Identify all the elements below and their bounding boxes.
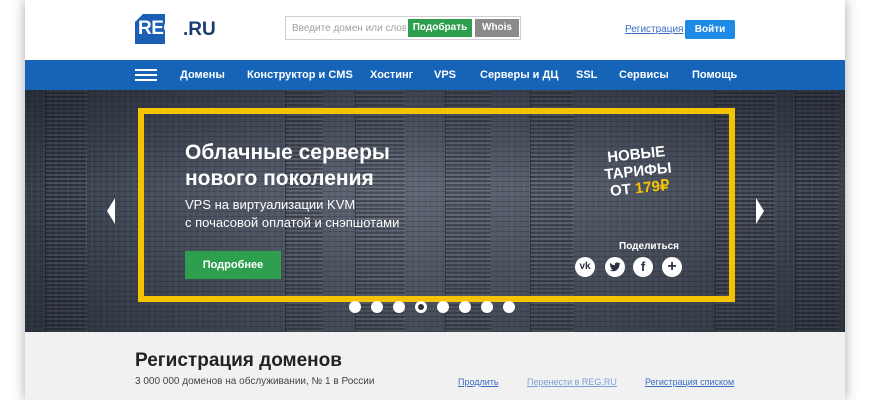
twitter-icon[interactable]: [605, 257, 625, 277]
nav-item-builder-cms[interactable]: Конструктор и CMS: [247, 60, 353, 90]
promo-prefix: ОТ: [609, 180, 636, 200]
find-domain-button[interactable]: Подобрать: [408, 19, 472, 37]
slider-dot[interactable]: [503, 301, 515, 313]
domain-search-box: Подобрать Whois: [285, 16, 521, 40]
section-title: Регистрация доменов: [135, 350, 342, 371]
slider-dot[interactable]: [349, 301, 361, 313]
login-button[interactable]: Войти: [685, 20, 735, 39]
menu-icon[interactable]: [135, 69, 157, 82]
nav-item-servers-dc[interactable]: Серверы и ДЦ: [480, 60, 558, 90]
hero-subtitle: VPS на виртуализации KVM с почасовой опл…: [185, 196, 445, 232]
main-nav: Домены Конструктор и CMS Хостинг VPS Сер…: [25, 60, 845, 90]
slider-dot[interactable]: [459, 301, 471, 313]
slider-dot[interactable]: [481, 301, 493, 313]
slider-dot[interactable]: [371, 301, 383, 313]
nav-item-domains[interactable]: Домены: [180, 60, 225, 90]
bulk-registration-link[interactable]: Регистрация списком: [645, 377, 734, 387]
nav-item-services[interactable]: Сервисы: [619, 60, 669, 90]
hero-title-line-1: Облачные серверы: [185, 141, 390, 164]
hero-title-line-2: нового поколения: [185, 167, 374, 190]
hero-subtitle-line-2: с почасовой оплатой и снэпшотами: [185, 215, 400, 230]
plus-icon[interactable]: +: [662, 257, 682, 277]
domain-search-input[interactable]: [286, 17, 406, 39]
share-label: Поделиться: [619, 241, 680, 252]
slider-prev-arrow[interactable]: [107, 198, 115, 224]
logo-mark: REG: [135, 14, 178, 44]
browser-page: REG .RU Подобрать Whois Регистрация Войт…: [25, 0, 845, 400]
logo-ru-text: .RU: [183, 19, 216, 40]
section-subtitle: 3 000 000 доменов на обслуживании, № 1 в…: [135, 376, 375, 387]
hero-title: Облачные серверы нового поколения: [185, 140, 445, 192]
site-header: REG .RU Подобрать Whois Регистрация Войт…: [25, 0, 845, 60]
nav-item-help[interactable]: Помощь: [692, 60, 737, 90]
renew-link[interactable]: Продлить: [458, 377, 499, 387]
nav-item-ssl[interactable]: SSL: [576, 60, 597, 90]
slider-next-arrow[interactable]: [756, 198, 764, 224]
nav-item-hosting[interactable]: Хостинг: [370, 60, 413, 90]
slider-dot[interactable]: [393, 301, 405, 313]
slider-dot[interactable]: [437, 301, 449, 313]
facebook-icon[interactable]: f: [633, 257, 653, 277]
promo-currency: ₽: [659, 176, 671, 195]
whois-button[interactable]: Whois: [475, 19, 519, 37]
site-logo[interactable]: REG .RU: [135, 14, 216, 44]
slider-dot-active[interactable]: [415, 301, 427, 313]
promo-price: 179: [634, 177, 661, 198]
nav-item-vps[interactable]: VPS: [434, 60, 456, 90]
logo-reg-text: REG: [138, 18, 178, 39]
register-link[interactable]: Регистрация: [625, 24, 683, 35]
domain-registration-section: Регистрация доменов 3 000 000 доменов на…: [25, 332, 845, 400]
more-details-button[interactable]: Подробнее: [185, 251, 281, 279]
hero-subtitle-line-1: VPS на виртуализации KVM: [185, 197, 356, 212]
transfer-link[interactable]: Перенести в REG.RU: [527, 377, 617, 387]
new-tariffs-badge: НОВЫЕ ТАРИФЫ ОТ 179₽: [595, 142, 682, 201]
vk-icon[interactable]: vk: [575, 257, 595, 277]
hero-slider: Облачные серверы нового поколения VPS на…: [25, 90, 845, 332]
